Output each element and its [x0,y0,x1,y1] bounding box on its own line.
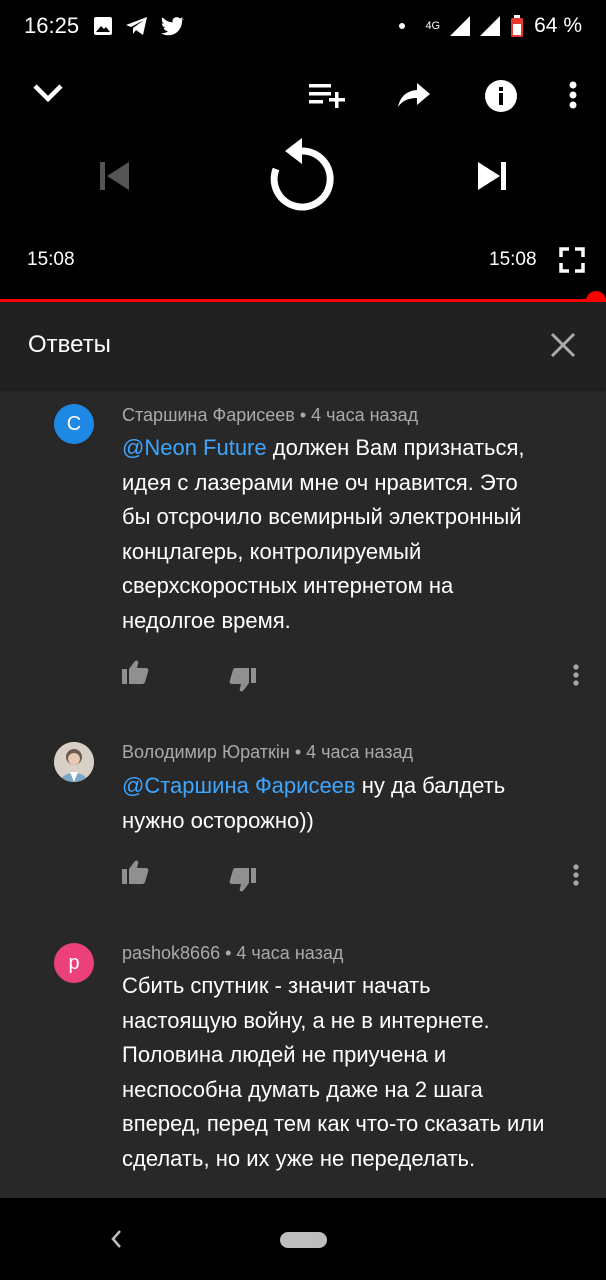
meta-separator: • [220,943,237,963]
thumb-down-icon [229,868,256,892]
comment-text: Сбить спутник - значит начать настоящую … [122,969,587,1176]
share-button[interactable] [394,78,434,112]
panel-title: Ответы [28,331,111,358]
thumb-up-icon [122,860,149,884]
mention-link[interactable]: @Старшина Фарисеев [122,773,356,798]
avatar[interactable]: p [54,943,94,983]
playlist-add-icon [309,84,345,108]
comment-line: вперед, перед тем как что-то сказать или [122,1111,545,1136]
skip-next-icon [478,162,506,190]
more-vert-icon [573,864,579,886]
comment-line: концлагерь, контролируемый [122,538,422,564]
user-photo-icon [54,742,94,782]
comment-line: сверхскоростных интернетом на [122,573,454,598]
comment-line: должен Вам признаться, [266,435,525,460]
comment-text: @Neon Future должен Вам признаться, идея… [122,431,587,638]
comment-time: 4 часа назад [311,405,419,425]
comment-author[interactable]: pashok8666 [122,943,220,963]
replay-button[interactable] [266,136,338,216]
status-bar: 16:25 4G 64 % [0,0,606,52]
meta-separator: • [294,405,312,425]
mention-link[interactable]: @Neon Future [122,435,267,460]
comment-item: Володимир Юраткін • 4 часа назад @Старши… [0,728,606,908]
comment-meta: Володимир Юраткін • 4 часа назад [122,742,413,763]
battery-icon [511,15,524,37]
comment-meta: pashok8666 • 4 часа назад [122,943,343,964]
comment-line: недолгое время. [122,607,291,633]
network-type: 4G [425,20,441,32]
avatar[interactable] [54,742,94,782]
comment-author[interactable]: Старшина Фарисеев [122,405,295,425]
comment-item: p pashok8666 • 4 часа назад Сбить спутни… [0,930,606,1198]
comment-line: идея с лазерами мне оч нравится. Это [122,469,518,495]
home-pill-button[interactable] [280,1232,327,1248]
comment-line: ну да балдеть [355,773,506,798]
comment-time: 4 часа назад [306,742,414,762]
comment-item: С Старшина Фарисеев • 4 часа назад @Neon… [0,388,606,718]
chevron-left-icon [111,1230,121,1248]
dislike-button[interactable] [228,866,258,894]
comment-more-button[interactable] [566,660,586,690]
twitter-icon [161,17,185,36]
avatar-letter: С [66,412,82,435]
meta-separator: • [289,742,307,762]
info-button[interactable] [483,78,519,114]
comment-more-button[interactable] [566,860,586,890]
fullscreen-icon [559,247,585,273]
close-icon [550,332,576,358]
battery-percent: 64 % [534,14,582,37]
signal-icon-2 [480,16,501,36]
previous-button[interactable] [94,156,134,196]
thumb-up-icon [122,660,149,684]
close-button[interactable] [548,330,578,360]
current-time: 15:08 [27,249,75,270]
collapse-button[interactable] [28,78,68,108]
notification-dot [399,23,406,29]
share-icon [398,83,430,107]
comment-meta: Старшина Фарисеев • 4 часа назад [122,405,418,426]
video-player[interactable]: 15:08 15:08 [0,52,606,311]
more-vert-icon [569,81,577,109]
status-time: 16:25 [24,13,80,38]
total-time: 15:08 [489,249,537,270]
chevron-down-icon [33,84,63,103]
comment-author[interactable]: Володимир Юраткін [122,742,290,762]
avatar[interactable]: С [54,404,94,444]
comment-text: @Старшина Фарисеев ну да балдеть нужно о… [122,769,587,838]
comment-time: 4 часа назад [236,943,344,963]
more-button[interactable] [562,78,584,112]
signal-icon [450,16,471,36]
dislike-button[interactable] [228,666,258,694]
more-vert-icon [573,664,579,686]
next-button[interactable] [472,156,512,196]
thumb-down-icon [229,668,256,692]
replies-panel: Ответы С Старшина Фарисеев • 4 часа наза… [0,302,606,1198]
like-button[interactable] [120,658,150,686]
skip-previous-icon [100,162,129,190]
comment-line: неспособна думать даже на 2 шага [122,1076,483,1102]
comment-line: нужно осторожно)) [122,807,314,833]
panel-header: Ответы [0,302,606,388]
info-icon [485,80,517,112]
comment-line: настоящую войну, а не в интернете. [122,1007,490,1033]
back-button[interactable] [106,1224,130,1254]
fullscreen-button[interactable] [557,245,587,275]
add-to-queue-button[interactable] [306,78,346,112]
telegram-icon [126,17,148,35]
comment-line: Сбить спутник - значит начать [122,973,431,998]
comment-line: сделать, но их уже не переделать. [122,1145,476,1171]
comment-line: бы отсрочило всемирный электронный [122,504,522,529]
avatar-letter: p [68,951,80,974]
like-button[interactable] [120,858,150,886]
comment-line: Половина людей не приучена и [122,1042,447,1067]
replay-icon [270,138,334,211]
gallery-icon [94,17,113,35]
